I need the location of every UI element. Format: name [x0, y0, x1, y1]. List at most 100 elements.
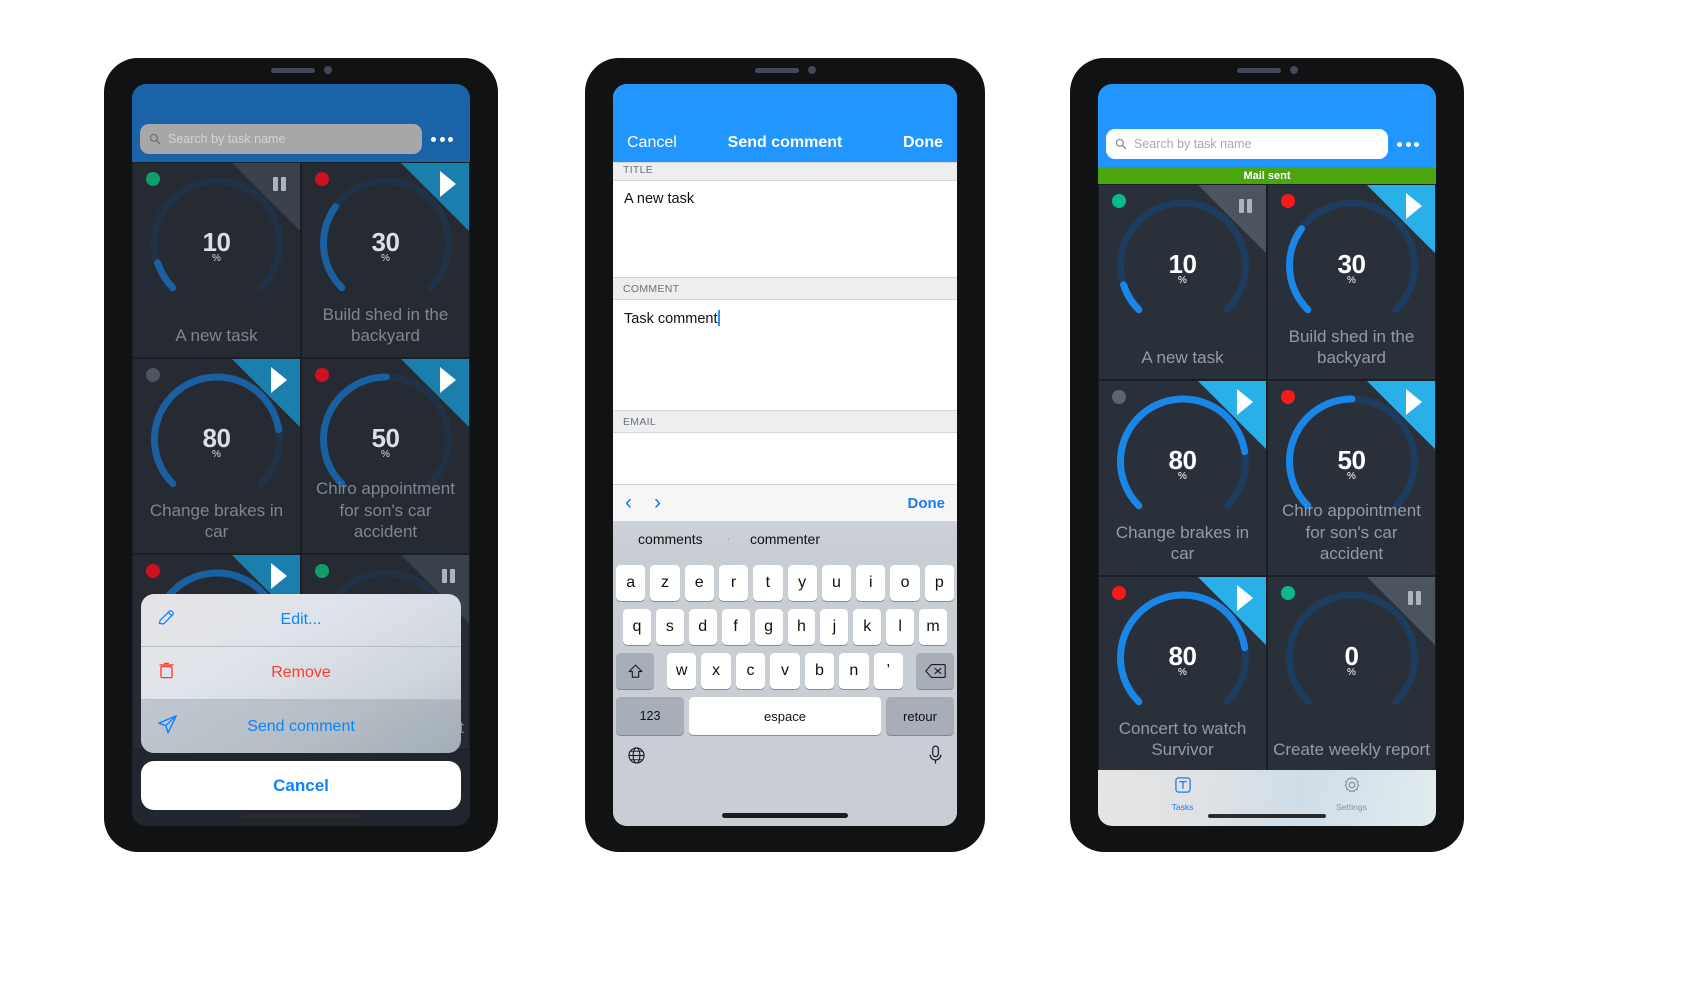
- chevron-right-icon[interactable]: ›: [654, 491, 661, 515]
- task-card[interactable]: 30% Build shed in the backyard: [1267, 184, 1436, 380]
- key-j[interactable]: j: [820, 609, 849, 645]
- task-card[interactable]: 30% Build shed in the backyard: [301, 162, 470, 358]
- keyboard-done-button[interactable]: Done: [908, 495, 946, 512]
- keyboard-row-1: azertyuiop: [613, 565, 957, 601]
- phone-2-frame: Cancel Send comment Done TITLE A new task…: [585, 58, 985, 852]
- phone-3-navbar: Search by task name: [1098, 84, 1436, 167]
- prediction-item[interactable]: comments: [613, 531, 728, 547]
- front-camera: [323, 66, 332, 74]
- action-sheet-item-label: Edit...: [280, 611, 322, 628]
- key-l[interactable]: l: [886, 609, 915, 645]
- key-h[interactable]: h: [787, 609, 816, 645]
- paper-plane-icon: [157, 714, 178, 740]
- task-card[interactable]: 50% Chiro appointment for son's car accid…: [1267, 380, 1436, 576]
- key-a[interactable]: a: [616, 565, 646, 601]
- task-card[interactable]: 50% Chiro appointment for son's car accid…: [301, 358, 470, 554]
- tab-tasks[interactable]: Tasks: [1098, 770, 1267, 816]
- key-v[interactable]: v: [770, 653, 800, 689]
- chevron-left-icon[interactable]: ‹: [625, 491, 632, 515]
- action-sheet-item-send-comment[interactable]: Send comment: [141, 700, 461, 753]
- more-options-button[interactable]: [1388, 141, 1428, 147]
- progress-gauge: 10%: [147, 174, 286, 313]
- keyboard-bottom-row: [613, 743, 957, 766]
- key-g[interactable]: g: [754, 609, 783, 645]
- key-y[interactable]: y: [787, 565, 817, 601]
- done-button[interactable]: Done: [903, 134, 943, 152]
- key-q[interactable]: q: [622, 609, 651, 645]
- progress-gauge: 30%: [1282, 196, 1421, 335]
- gauge-unit: %: [381, 449, 390, 460]
- numbers-key[interactable]: 123: [616, 697, 684, 735]
- return-key[interactable]: retour: [886, 697, 954, 735]
- key-r[interactable]: r: [718, 565, 749, 601]
- task-title: Concert to watch Survivor: [1118, 718, 1247, 759]
- key-s[interactable]: s: [655, 609, 684, 645]
- prediction-item[interactable]: commenter: [727, 531, 843, 547]
- tab-label: Settings: [1336, 801, 1367, 812]
- task-card[interactable]: 80% Concert to watch Survivor: [1098, 576, 1267, 772]
- prediction-bar: comments commenter: [613, 521, 957, 557]
- phone-3-screen: Search by task name Mail sent 10% A new t…: [1098, 84, 1436, 826]
- keyboard-row-4: 123 espace retour: [613, 697, 957, 735]
- task-card[interactable]: 0% Create weekly report: [1267, 576, 1436, 772]
- keyboard-row-3: w x c v b n’: [613, 653, 957, 689]
- key-m[interactable]: m: [919, 609, 948, 645]
- phone-1-notch: [221, 58, 381, 82]
- key-d[interactable]: d: [688, 609, 717, 645]
- key-o[interactable]: o: [890, 565, 920, 601]
- task-title: Create weekly report: [1273, 739, 1430, 759]
- pencil-icon: [157, 608, 176, 632]
- gauge-unit: %: [1347, 471, 1356, 482]
- tab-settings[interactable]: Settings: [1267, 770, 1436, 816]
- text-caret: [718, 310, 721, 326]
- phone-1-search-row: Search by task name: [132, 124, 470, 154]
- key-t[interactable]: t: [753, 565, 783, 601]
- search-placeholder: Search by task name: [1134, 137, 1252, 151]
- task-card[interactable]: 10% A new task: [132, 162, 301, 358]
- phone-2-notch: [705, 58, 865, 82]
- space-key[interactable]: espace: [689, 697, 881, 735]
- action-sheet-item-edit[interactable]: Edit...: [141, 594, 461, 647]
- earpiece-speaker: [754, 67, 799, 73]
- microphone-icon[interactable]: [928, 745, 943, 766]
- shift-key[interactable]: [616, 653, 654, 689]
- task-title: Change brakes in car: [149, 500, 284, 541]
- backspace-key[interactable]: [916, 653, 954, 689]
- key-c[interactable]: c: [735, 653, 766, 689]
- action-sheet-item-remove[interactable]: Remove: [141, 647, 461, 700]
- gauge-unit: %: [1347, 275, 1356, 286]
- action-sheet-cancel-button[interactable]: Cancel: [141, 761, 461, 810]
- key-z[interactable]: z: [650, 565, 680, 601]
- key-k[interactable]: k: [853, 609, 882, 645]
- key-p[interactable]: p: [924, 565, 954, 601]
- tasks-icon: [1173, 775, 1193, 800]
- task-card[interactable]: 80% Change brakes in car: [1098, 380, 1267, 576]
- phone-1-navbar: Search by task name: [132, 84, 470, 162]
- phone-1-screen: Search by task name 10% A new task 30% Buil…: [132, 84, 470, 826]
- task-card[interactable]: 10% A new task: [1098, 184, 1267, 380]
- key-b[interactable]: b: [804, 653, 835, 689]
- key-i[interactable]: i: [856, 565, 886, 601]
- globe-icon[interactable]: [627, 746, 646, 765]
- search-input[interactable]: Search by task name: [1106, 129, 1388, 159]
- phone-1-frame: Search by task name 10% A new task 30% Buil…: [104, 58, 498, 852]
- task-card[interactable]: 80% Change brakes in car: [132, 358, 301, 554]
- comment-input[interactable]: Task comment: [613, 300, 957, 410]
- key-’[interactable]: ’: [873, 653, 903, 689]
- form-section-header: EMAIL: [613, 410, 957, 433]
- key-w[interactable]: w: [667, 653, 697, 689]
- phone-3-task-grid: 10% A new task 30% Build shed in the backya…: [1098, 184, 1436, 772]
- search-input[interactable]: Search by task name: [140, 124, 422, 154]
- key-e[interactable]: e: [684, 565, 714, 601]
- progress-gauge: 30%: [316, 174, 455, 313]
- key-u[interactable]: u: [821, 565, 852, 601]
- more-options-button[interactable]: [422, 136, 462, 142]
- front-camera: [1289, 66, 1298, 74]
- task-title: Change brakes in car: [1115, 522, 1250, 563]
- title-input[interactable]: A new task: [613, 181, 957, 277]
- shift-icon: [628, 664, 642, 678]
- key-n[interactable]: n: [839, 653, 869, 689]
- key-x[interactable]: x: [701, 653, 731, 689]
- key-f[interactable]: f: [721, 609, 750, 645]
- action-sheet-item-label: Remove: [271, 664, 331, 681]
